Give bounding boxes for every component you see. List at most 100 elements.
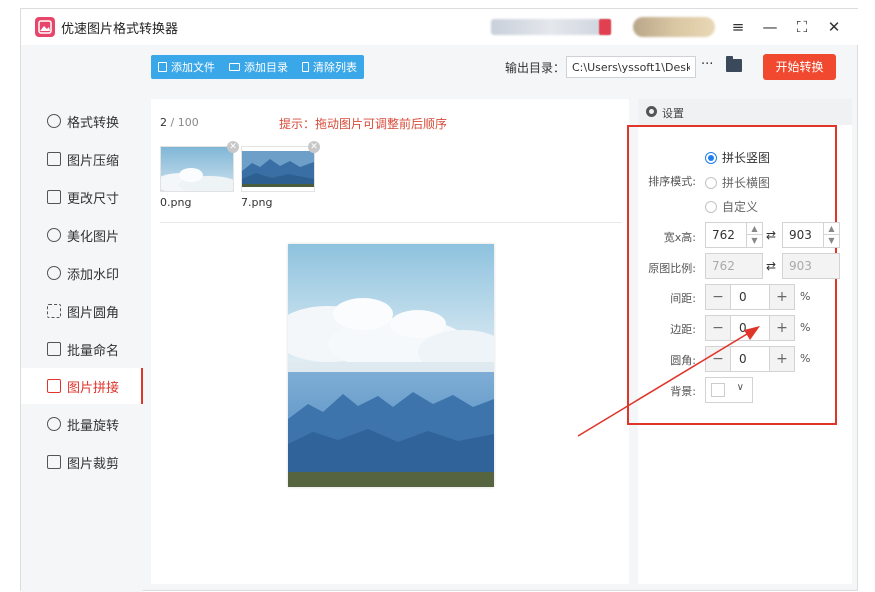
add-folder-label: 添加目录 [244,61,288,74]
format-convert-icon [47,114,61,128]
background-color-picker[interactable]: ∨ [705,377,753,403]
divider [160,222,622,223]
sidebar-item-label: 图片圆角 [67,305,120,321]
spacing-label: 间距: [670,292,696,305]
output-dir-input[interactable] [566,56,696,78]
add-file-button[interactable]: 添加文件 [151,55,222,79]
rounded-corner-icon [47,304,61,318]
background-label: 背景: [670,385,696,398]
sidebar-item-stitch[interactable]: 图片拼接 [21,368,143,404]
start-convert-button[interactable]: 开始转换 [763,54,836,80]
sort-option-horizontal[interactable]: 拼长横图 [705,174,770,191]
radio-label: 拼长横图 [722,176,771,190]
chevron-down-icon[interactable]: ▼ [746,235,762,247]
sidebar-item-rounded-corner[interactable]: 图片圆角 [21,293,143,329]
margin-stepper[interactable]: − + [705,315,795,341]
compress-icon [47,152,61,166]
sidebar-item-label: 格式转换 [67,115,120,131]
maximize-icon[interactable]: ⛶ [792,17,812,37]
remove-file-icon[interactable]: ✕ [308,141,320,153]
sidebar-item-crop[interactable]: 图片裁剪 [21,444,143,480]
close-icon[interactable]: ✕ [824,17,844,37]
radio-label: 拼长竖图 [722,151,771,165]
ratio-width-value [706,254,746,278]
sidebar-item-format-convert[interactable]: 格式转换 [21,103,143,139]
minus-icon[interactable]: − [706,316,730,340]
plus-icon[interactable]: + [770,316,794,340]
chevron-down-icon[interactable]: ▼ [823,235,839,247]
corner-value[interactable] [730,347,770,371]
spacing-stepper[interactable]: − + [705,284,795,310]
crop-icon [47,455,61,469]
radio-selected-icon [705,151,717,164]
ratio-label: 原图比例: [648,262,696,275]
swap-icon[interactable]: ⇄ [766,228,776,242]
sort-option-vertical[interactable]: 拼长竖图 [705,149,770,166]
add-folder-button[interactable]: 添加目录 [222,55,295,79]
height-value[interactable] [783,223,823,247]
plus-icon[interactable]: + [770,285,794,309]
clear-list-button[interactable]: 清除列表 [295,55,364,79]
sidebar-item-label: 图片裁剪 [67,456,120,472]
minus-icon[interactable]: − [706,285,730,309]
sidebar-item-compress[interactable]: 图片压缩 [21,141,143,177]
folder-outline-icon [229,63,240,71]
ratio-width-input [705,253,763,279]
clear-list-label: 清除列表 [313,61,357,74]
file-thumbnail[interactable]: ✕ [155,141,239,194]
user-avatar-blurred[interactable] [633,17,715,37]
radio-icon [705,176,717,189]
sidebar-item-label: 图片压缩 [67,153,120,169]
spacing-value[interactable] [730,285,770,309]
sidebar-item-rotate[interactable]: 批量旋转 [21,406,143,442]
margin-value[interactable] [730,316,770,340]
file-thumbnail[interactable]: ✕ [241,141,320,192]
sidebar-item-label: 批量旋转 [67,418,120,434]
chevron-down-icon: ∨ [736,382,744,393]
open-folder-icon[interactable] [726,56,742,72]
rename-icon [47,342,61,356]
drag-hint: 提示：拖动图片可调整前后顺序 [279,117,448,131]
sidebar-item-rename[interactable]: 批量命名 [21,331,143,367]
sort-mode-label: 排序模式: [648,175,696,188]
file-name: 0.png [160,196,192,209]
sidebar-item-resize[interactable]: 更改尺寸 [21,179,143,215]
cloud-image-thumbnail [155,147,239,194]
chevron-up-icon[interactable]: ▲ [746,223,762,235]
sidebar-item-label: 添加水印 [67,267,120,283]
height-input[interactable]: ▲ ▼ [782,222,840,248]
account-badge-blurred [599,19,611,35]
settings-title: 设置 [662,107,684,120]
watermark-icon [47,266,61,280]
sidebar-item-label: 更改尺寸 [67,191,120,207]
sidebar-item-watermark[interactable]: 添加水印 [21,255,143,291]
remove-file-icon[interactable]: ✕ [227,141,239,153]
minimize-icon[interactable]: — [760,17,780,37]
chevron-up-icon[interactable]: ▲ [823,223,839,235]
file-name: 7.png [241,196,273,209]
swap-icon: ⇄ [766,259,777,273]
radio-label: 自定义 [722,200,759,214]
sort-option-custom[interactable]: 自定义 [705,198,758,215]
stitch-icon [47,379,61,393]
more-options-icon[interactable]: ··· [701,57,713,72]
rotate-icon [47,417,61,431]
corner-label: 圆角: [670,354,696,367]
sidebar-item-beautify[interactable]: 美化图片 [21,217,143,253]
menu-icon[interactable]: ≡ [728,17,748,37]
percent-unit: % [800,290,811,303]
account-info-blurred [491,19,611,35]
width-value[interactable] [706,223,746,247]
minus-icon[interactable]: − [706,347,730,371]
resize-icon [47,190,61,204]
file-count: 2 / 100 [160,116,199,129]
preview-image [273,244,508,487]
plus-icon[interactable]: + [770,347,794,371]
corner-stepper[interactable]: − + [705,346,795,372]
file-count-total: / 100 [167,116,199,129]
width-input[interactable]: ▲ ▼ [705,222,763,248]
file-icon [158,62,167,72]
radio-icon [705,200,717,213]
trash-icon [302,62,309,72]
stitched-preview [273,244,508,487]
